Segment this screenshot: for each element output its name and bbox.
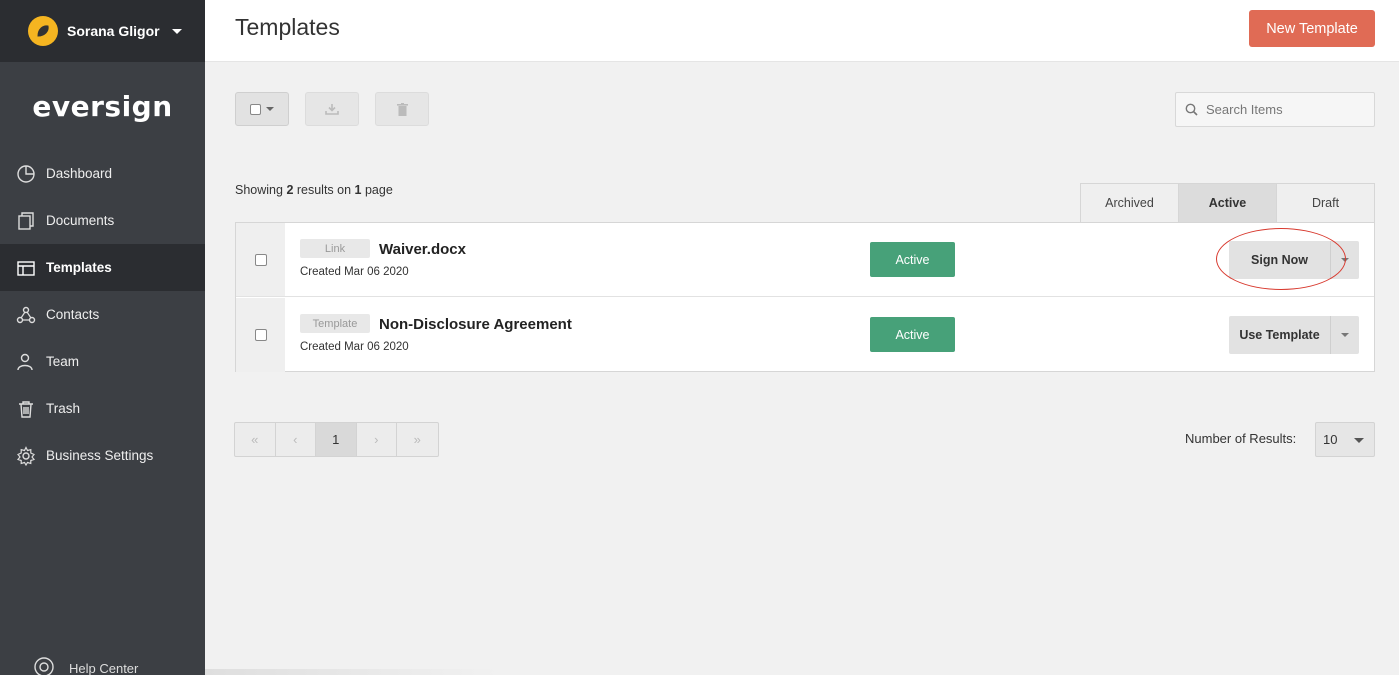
table-row[interactable]: Link Waiver.docx Created Mar 06 2020 Act… xyxy=(236,223,1374,297)
row-check-cell xyxy=(236,223,285,296)
tab-archived[interactable]: Archived xyxy=(1081,184,1179,222)
row-checkbox[interactable] xyxy=(254,329,267,341)
contacts-icon xyxy=(15,304,37,326)
created-date: Created Mar 06 2020 xyxy=(300,341,409,353)
pagination: « ‹ 1 › » xyxy=(234,422,439,457)
user-name: Sorana Gligor xyxy=(67,23,160,39)
chevron-down-icon xyxy=(266,107,274,111)
documents-icon xyxy=(15,210,37,232)
trash-icon xyxy=(15,398,37,420)
status-badge: Active xyxy=(870,242,955,277)
page-title: Templates xyxy=(235,14,340,40)
first-page-button[interactable]: « xyxy=(235,423,276,456)
sign-now-dropdown[interactable] xyxy=(1331,241,1359,279)
status-badge: Active xyxy=(870,317,955,352)
search-icon xyxy=(1185,103,1198,116)
sign-now-button[interactable]: Sign Now xyxy=(1229,241,1331,279)
page-1-button[interactable]: 1 xyxy=(316,423,357,456)
sidebar-item-team[interactable]: Team xyxy=(0,338,205,385)
templates-icon xyxy=(15,257,37,279)
document-name[interactable]: Non-Disclosure Agreement xyxy=(379,316,572,333)
next-page-button[interactable]: › xyxy=(357,423,397,456)
use-template-dropdown[interactable] xyxy=(1331,316,1359,354)
logo: eversign xyxy=(32,89,173,123)
leaf-icon xyxy=(37,25,49,37)
summary-prefix: Showing xyxy=(235,183,287,197)
status-tabs: Archived Active Draft xyxy=(1080,183,1375,222)
avatar xyxy=(28,16,58,46)
help-center-label: Help Center xyxy=(69,660,139,675)
bottom-shadow xyxy=(205,669,495,675)
created-date: Created Mar 06 2020 xyxy=(300,266,409,278)
new-template-button[interactable]: New Template xyxy=(1249,10,1375,47)
sidebar-item-label: Templates xyxy=(46,260,112,275)
results-per-page-label: Number of Results: xyxy=(1185,431,1297,446)
type-badge: Link xyxy=(300,239,370,258)
chevron-down-icon xyxy=(1341,258,1349,262)
select-all-dropdown[interactable] xyxy=(235,92,289,126)
sidebar-item-label: Dashboard xyxy=(46,166,113,181)
chevron-down-icon xyxy=(171,28,182,34)
row-check-cell xyxy=(236,298,285,372)
summary-middle: results on xyxy=(293,183,355,197)
sidebar-item-contacts[interactable]: Contacts xyxy=(0,291,205,338)
help-center-link[interactable]: Help Center xyxy=(0,653,205,675)
row-checkbox[interactable] xyxy=(254,253,267,266)
templates-table: Link Waiver.docx Created Mar 06 2020 Act… xyxy=(235,222,1375,372)
gear-icon xyxy=(15,445,37,467)
use-template-button[interactable]: Use Template xyxy=(1229,316,1331,354)
summary-suffix: page xyxy=(361,183,393,197)
table-row[interactable]: Template Non-Disclosure Agreement Create… xyxy=(236,298,1374,372)
header: Templates New Template xyxy=(205,0,1399,62)
prev-page-button[interactable]: ‹ xyxy=(276,423,316,456)
tab-draft[interactable]: Draft xyxy=(1277,184,1374,222)
sidebar-item-label: Business Settings xyxy=(46,448,154,463)
sign-now-split-button: Sign Now xyxy=(1229,241,1359,279)
type-badge: Template xyxy=(300,314,370,333)
chevron-down-icon xyxy=(1341,333,1349,337)
results-per-page-select[interactable]: 10 xyxy=(1315,422,1375,457)
chevron-down-icon xyxy=(1354,438,1364,443)
trash-icon xyxy=(396,102,408,116)
use-template-split-button: Use Template xyxy=(1229,316,1359,354)
sidebar-item-documents[interactable]: Documents xyxy=(0,197,205,244)
lifebuoy-icon xyxy=(33,656,55,675)
sidebar-item-trash[interactable]: Trash xyxy=(0,385,205,432)
last-page-button[interactable]: » xyxy=(397,423,438,456)
sidebar-item-label: Team xyxy=(46,354,80,369)
sidebar-item-label: Contacts xyxy=(46,307,100,322)
document-name[interactable]: Waiver.docx xyxy=(379,241,466,258)
sidebar-item-dashboard[interactable]: Dashboard xyxy=(0,150,205,197)
sidebar-item-business-settings[interactable]: Business Settings xyxy=(0,432,205,479)
tab-active[interactable]: Active xyxy=(1179,184,1277,222)
search-input[interactable] xyxy=(1206,102,1366,117)
user-menu[interactable]: Sorana Gligor xyxy=(0,0,205,62)
sidebar-item-label: Documents xyxy=(46,213,115,228)
sidebar: Sorana Gligor eversign Dashboard Documen… xyxy=(0,0,205,675)
pie-chart-icon xyxy=(15,163,37,185)
download-button[interactable] xyxy=(305,92,359,126)
results-per-page-value: 10 xyxy=(1323,432,1338,447)
sidebar-item-label: Trash xyxy=(46,401,81,416)
sidebar-item-templates[interactable]: Templates xyxy=(0,244,205,291)
team-icon xyxy=(15,351,37,373)
download-icon xyxy=(325,104,339,115)
select-all-checkbox[interactable] xyxy=(250,103,261,115)
search-box[interactable] xyxy=(1175,92,1375,127)
delete-button[interactable] xyxy=(375,92,429,126)
results-summary: Showing 2 results on 1 page xyxy=(235,183,393,197)
